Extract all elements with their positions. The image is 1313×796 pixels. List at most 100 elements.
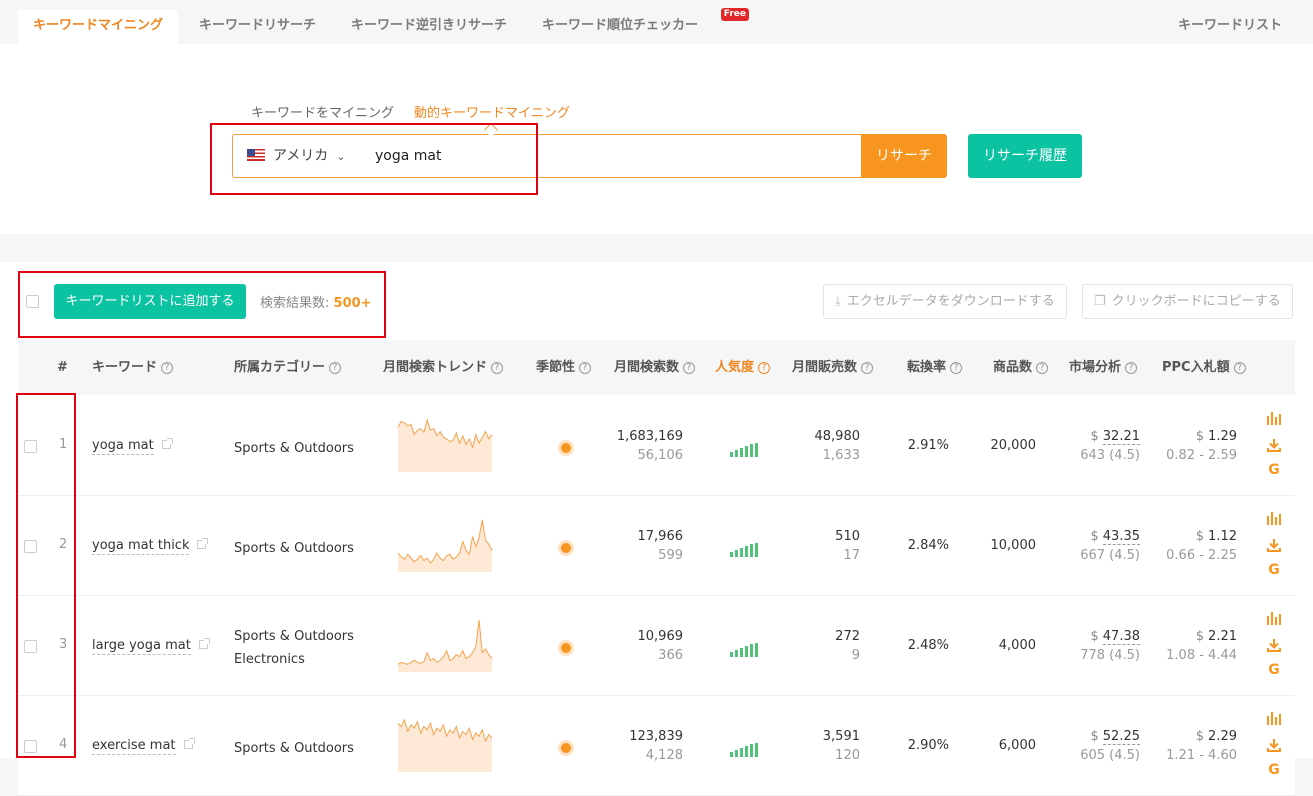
col-seasonality[interactable]: 季節性? (536, 340, 592, 395)
col-conversion[interactable]: 転換率? (907, 340, 963, 395)
market-price[interactable]: $43.35 (1091, 529, 1140, 545)
download-icon[interactable] (1266, 438, 1282, 456)
popularity-bar (735, 750, 738, 757)
table-row[interactable]: 2 yoga mat thick Sports & Outdoors 17,96… (18, 496, 1295, 596)
help-icon[interactable]: ? (1125, 362, 1138, 374)
search-panel: キーワードをマイニング 動的キーワードマイニング アメリカ ⌄ yoga mat … (0, 44, 1313, 234)
highlight-checkbox-column (16, 393, 76, 758)
col-monthly-searches[interactable]: 月間検索数? (614, 340, 696, 395)
keyword-link[interactable]: yoga mat (92, 438, 154, 455)
copy-clipboard-button[interactable]: ❐ クリックボードにコピーする (1082, 284, 1293, 319)
col-keyword[interactable]: キーワード? (92, 340, 174, 395)
monthly-sales: 48,980 (814, 429, 861, 444)
download-icon[interactable] (1266, 538, 1282, 556)
google-icon[interactable]: G (1266, 462, 1282, 478)
popularity-bar (730, 552, 733, 557)
popularity-bar (750, 644, 753, 657)
daily-sales: 9 (851, 648, 860, 663)
market-reviews: 643 (4.5) (1080, 448, 1140, 463)
google-icon[interactable]: G (1266, 562, 1282, 578)
ppc-bid: $2.21 (1196, 629, 1237, 644)
dollar-sign: $ (1090, 729, 1099, 744)
external-link-icon[interactable] (183, 738, 195, 749)
market-reviews: 605 (4.5) (1080, 748, 1140, 763)
market-price[interactable]: $32.21 (1091, 429, 1140, 445)
help-icon[interactable]: ? (758, 362, 771, 374)
keyword-link[interactable]: exercise mat (92, 738, 176, 755)
tab-keyword-list[interactable]: キーワードリスト (1163, 10, 1297, 44)
col-search-trend[interactable]: 月間検索トレンド? (383, 340, 504, 395)
copy-icon: ❐ (1094, 294, 1106, 309)
tab-reverse-keyword-research[interactable]: キーワード逆引きリサーチ (336, 10, 522, 44)
ppc-bid: $1.29 (1196, 429, 1237, 444)
google-icon[interactable]: G (1266, 762, 1282, 778)
category-cell: Sports & Outdoors (234, 437, 354, 460)
help-icon[interactable]: ? (161, 362, 174, 374)
ppc-range: 1.21 - 4.60 (1166, 748, 1237, 763)
bar-chart-icon[interactable] (1266, 412, 1282, 429)
seasonality-indicator (561, 543, 571, 553)
col-popularity[interactable]: 人気度? (715, 340, 771, 395)
market-price[interactable]: $47.38 (1090, 629, 1140, 645)
help-icon[interactable]: ? (491, 362, 504, 374)
free-badge: Free (720, 8, 750, 21)
col-monthly-sales[interactable]: 月間販売数? (792, 340, 874, 395)
download-icon[interactable] (1266, 738, 1282, 756)
monthly-searches: 17,966 (637, 529, 684, 544)
monthly-sales: 272 (835, 629, 860, 644)
conversion-rate: 2.48% (907, 638, 949, 653)
popularity-bar (730, 452, 733, 457)
popularity-bar (745, 446, 748, 457)
help-icon[interactable]: ? (329, 362, 342, 374)
bar-chart-icon[interactable] (1266, 612, 1282, 629)
external-link-icon[interactable] (161, 438, 173, 449)
keyword-link[interactable]: yoga mat thick (92, 538, 190, 555)
col-market-analysis[interactable]: 市場分析? (1069, 340, 1138, 395)
seasonality-indicator (561, 643, 571, 653)
help-icon[interactable]: ? (579, 362, 592, 374)
table-row[interactable]: 4 exercise mat Sports & Outdoors 123,839… (18, 696, 1295, 796)
tab-keyword-research[interactable]: キーワードリサーチ (184, 10, 331, 44)
research-history-button[interactable]: リサーチ履歴 (968, 134, 1082, 178)
popularity-bar (755, 443, 758, 457)
google-icon[interactable]: G (1266, 662, 1282, 678)
popularity-bars (730, 438, 760, 457)
research-button[interactable]: リサーチ (861, 134, 947, 178)
help-icon[interactable]: ? (683, 362, 696, 374)
popularity-bar (735, 550, 738, 557)
bar-chart-icon[interactable] (1266, 512, 1282, 529)
external-link-icon[interactable] (198, 638, 210, 649)
external-link-icon[interactable] (197, 538, 209, 549)
bar-chart-icon[interactable] (1266, 712, 1282, 729)
popularity-bar (740, 448, 743, 457)
search-trend-sparkline (397, 418, 493, 472)
popularity-bar (750, 744, 753, 757)
keyword-cell: yoga mat (92, 438, 173, 455)
table-row[interactable]: 3 large yoga mat Sports & Outdoors Electr… (18, 596, 1295, 696)
conversion-rate: 2.91% (907, 438, 949, 453)
col-products[interactable]: 商品数? (993, 340, 1049, 395)
ppc-range: 0.66 - 2.25 (1166, 548, 1237, 563)
keyword-cell: large yoga mat (92, 638, 210, 655)
tab-keyword-mining[interactable]: キーワードマイニング (18, 10, 179, 44)
help-icon[interactable]: ? (950, 362, 963, 374)
help-icon[interactable]: ? (1036, 362, 1049, 374)
download-excel-button[interactable]: ⤓ エクセルデータをダウンロードする (823, 284, 1067, 319)
market-price[interactable]: $52.25 (1090, 729, 1140, 745)
mode-keyword-mining[interactable]: キーワードをマイニング (251, 102, 394, 121)
ppc-bid-value: 1.29 (1208, 429, 1237, 444)
download-icon[interactable] (1266, 638, 1282, 656)
table-row[interactable]: 1 yoga mat Sports & Outdoors 1,683,169 5… (18, 396, 1295, 496)
dollar-sign: $ (1090, 629, 1099, 644)
category-label: Sports & Outdoors (234, 541, 354, 556)
col-category[interactable]: 所属カテゴリー? (234, 340, 342, 395)
col-ppc-bid[interactable]: PPC入札額? (1162, 340, 1246, 395)
monthly-sales: 3,591 (822, 729, 860, 744)
help-icon[interactable]: ? (1233, 362, 1246, 374)
tab-rank-checker[interactable]: キーワード順位チェッカー Free (527, 8, 750, 44)
help-icon[interactable]: ? (861, 362, 874, 374)
keyword-link[interactable]: large yoga mat (92, 638, 191, 655)
monthly-sales: 510 (835, 529, 860, 544)
seasonality-indicator (561, 743, 571, 753)
mode-dynamic-keyword-mining[interactable]: 動的キーワードマイニング (414, 102, 570, 121)
